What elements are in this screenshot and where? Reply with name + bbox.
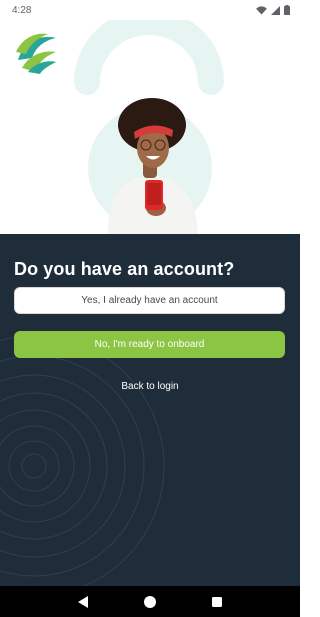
existing-account-button[interactable]: Yes, I already have an account xyxy=(14,287,285,314)
nav-recents-button[interactable] xyxy=(205,590,229,614)
back-to-login-link[interactable]: Back to login xyxy=(0,381,300,392)
account-choice-panel: Do you have an account? Yes, I already h… xyxy=(0,234,300,586)
recents-square-icon xyxy=(211,596,222,607)
background-arc xyxy=(74,20,224,95)
nav-back-button[interactable] xyxy=(71,590,95,614)
back-triangle-icon xyxy=(78,595,89,608)
brand-logo-icon xyxy=(16,33,56,74)
wifi-icon xyxy=(256,5,267,15)
home-circle-icon xyxy=(143,595,156,608)
nav-home-button[interactable] xyxy=(138,590,162,614)
signal-icon xyxy=(271,5,280,15)
system-nav-bar xyxy=(0,586,300,617)
status-time: 4:28 xyxy=(12,4,32,16)
page-title: Do you have an account? xyxy=(14,259,235,279)
status-icons xyxy=(256,5,290,15)
battery-icon xyxy=(284,5,290,15)
status-bar: 4:28 xyxy=(0,0,300,20)
onboard-button[interactable]: No, I'm ready to onboard xyxy=(14,331,285,358)
hero-section xyxy=(0,20,300,234)
